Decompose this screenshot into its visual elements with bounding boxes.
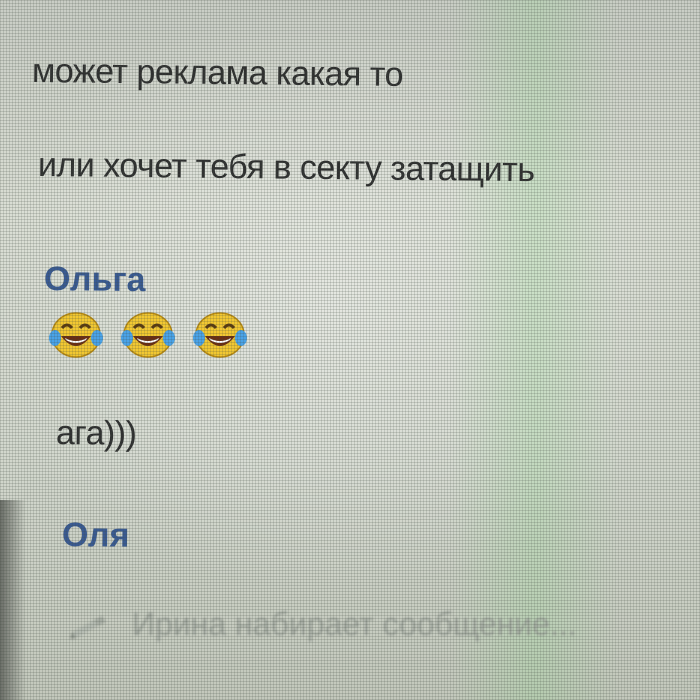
typing-indicator-text: Ирина набирает сообщение... xyxy=(132,606,577,642)
message-text-2: или хочет тебя в секту затащить xyxy=(37,146,535,190)
emoji-row xyxy=(48,310,248,360)
screen-glare xyxy=(450,0,620,700)
joy-emoji-icon xyxy=(49,312,103,358)
screen-edge-shadow xyxy=(0,500,26,700)
typing-indicator: Ирина набирает сообщение... xyxy=(68,606,577,643)
joy-emoji-icon xyxy=(193,312,247,358)
pencil-icon xyxy=(70,615,106,639)
message-text-3: ага))) xyxy=(55,414,137,453)
message-text-1: может реклама какая то xyxy=(31,52,404,94)
joy-emoji-icon xyxy=(121,312,175,358)
author-name-olga[interactable]: Ольга xyxy=(44,260,146,300)
chat-window: может реклама какая то или хочет тебя в … xyxy=(0,0,700,700)
author-name-olya[interactable]: Оля xyxy=(62,516,130,556)
